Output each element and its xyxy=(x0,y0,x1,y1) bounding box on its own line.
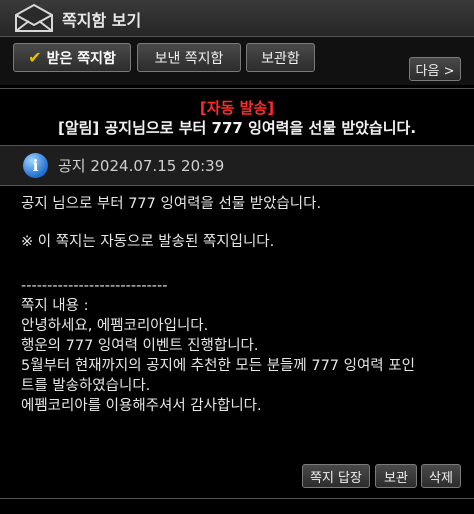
body-line: ※ 이 쪽지는 자동으로 발송된 쪽지입니다. xyxy=(21,234,275,250)
delete-button[interactable]: 삭제 xyxy=(421,464,461,488)
envelope-icon xyxy=(15,3,53,32)
divider xyxy=(0,498,474,499)
message-subject: [알림] 공지님으로 부터 777 잉여력을 선물 받았습니다. xyxy=(57,119,417,137)
tab-inbox-label: 받은 쪽지함 xyxy=(46,50,116,67)
body-line: 행운의 777 잉여력 이벤트 진행합니다. xyxy=(21,338,259,354)
reply-button[interactable]: 쪽지 답장 xyxy=(302,464,370,488)
body-line: 5월부터 현재까지의 공지에 추천한 모든 분들께 777 잉여력 포인 xyxy=(21,358,415,374)
tab-bar: ✔ 받은 쪽지함 보낸 쪽지함 보관함 다음 > xyxy=(0,37,474,85)
tab-archive[interactable]: 보관함 xyxy=(246,43,315,72)
next-button[interactable]: 다음 > xyxy=(409,57,461,81)
sender-name[interactable]: 공지 xyxy=(58,157,86,175)
check-icon: ✔ xyxy=(28,48,42,67)
body-line: 안녕하세요, 에펨코리아입니다. xyxy=(21,318,209,334)
body-line: 트를 발송하였습니다. xyxy=(21,378,151,394)
tab-archive-label: 보관함 xyxy=(261,50,300,67)
body-separator: ---------------------------- xyxy=(21,278,168,294)
body-line: 공지 님으로 부터 777 잉여력을 선물 받았습니다. xyxy=(21,196,322,212)
message-meta: i 공지 2024.07.15 20:39 xyxy=(0,145,474,186)
message-date: 2024.07.15 20:39 xyxy=(90,157,225,175)
tab-sent-label: 보낸 쪽지함 xyxy=(154,50,224,67)
auto-send-notice: [자동 발송] xyxy=(199,99,275,117)
tab-inbox[interactable]: ✔ 받은 쪽지함 xyxy=(13,43,131,72)
tab-sent[interactable]: 보낸 쪽지함 xyxy=(137,43,241,72)
info-icon: i xyxy=(23,153,48,178)
body-line: 에펨코리아를 이용해주셔서 감사합니다. xyxy=(21,398,262,414)
archive-button[interactable]: 보관 xyxy=(375,464,417,488)
divider xyxy=(0,88,474,89)
content-label: 쪽지 내용 : xyxy=(21,298,89,314)
title-bar: 쪽지함 보기 xyxy=(0,0,474,37)
message-body: 공지 님으로 부터 777 잉여력을 선물 받았습니다. ※ 이 쪽지는 자동으… xyxy=(21,194,451,416)
page-title: 쪽지함 보기 xyxy=(62,11,142,30)
sender-date: 공지 2024.07.15 20:39 xyxy=(58,155,224,176)
